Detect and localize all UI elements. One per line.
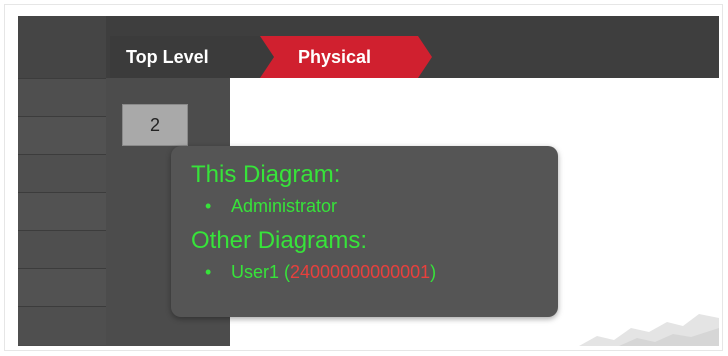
other-diagrams-list: • User1 (24000000000001) [191, 260, 538, 284]
other-diagrams-heading: Other Diagrams: [191, 227, 368, 254]
breadcrumb-arrow-icon [418, 36, 432, 78]
count-badge[interactable]: 2 [122, 104, 188, 146]
bullet-icon: • [205, 262, 212, 282]
toolbar-left-block [18, 16, 106, 78]
this-diagram-list: • Administrator [191, 194, 538, 218]
user-name: User1 [231, 262, 280, 282]
breadcrumb-notch-icon [260, 36, 274, 78]
badge-value: 2 [149, 114, 160, 135]
diagram-tooltip: This Diagram: • Administrator Other Diagr… [171, 146, 558, 317]
user-name: Administrator [231, 196, 338, 216]
left-panel-row[interactable] [18, 306, 106, 345]
left-panel-row[interactable] [18, 116, 106, 155]
breadcrumb-label: Top Level [126, 46, 209, 67]
left-panel-row[interactable] [18, 78, 106, 117]
breadcrumb-label: Physical [298, 46, 372, 67]
map-terrain-shape [579, 314, 719, 346]
this-diagram-heading: This Diagram: [191, 161, 341, 188]
left-panel-row[interactable] [18, 192, 106, 231]
user-id: 24000000000001 [290, 262, 431, 282]
list-item: • Administrator [205, 194, 538, 218]
left-panel-row[interactable] [18, 230, 106, 269]
breadcrumb-top-level[interactable]: Top Level [110, 36, 260, 78]
bullet-icon: • [205, 196, 212, 216]
left-panel-row[interactable] [18, 268, 106, 307]
breadcrumb-physical[interactable]: Physical [260, 36, 418, 78]
left-panel-row[interactable] [18, 154, 106, 193]
list-item: • User1 (24000000000001) [205, 262, 437, 282]
